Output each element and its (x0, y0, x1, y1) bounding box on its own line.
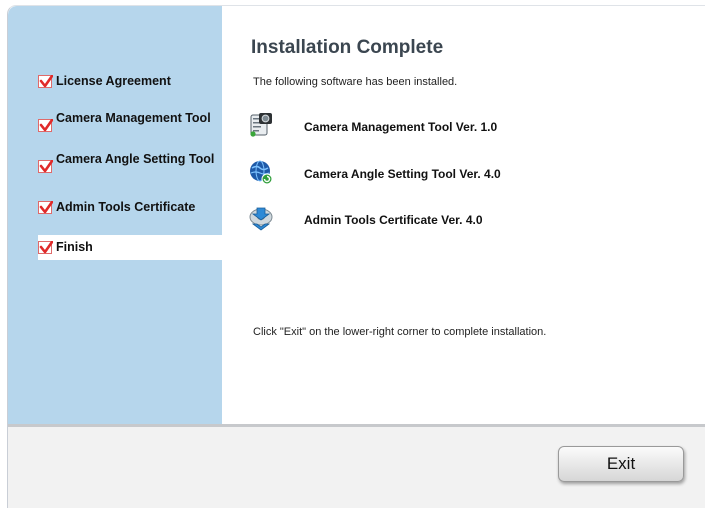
software-label: Admin Tools Certificate Ver. 4.0 (304, 213, 483, 227)
globe-icon (248, 159, 274, 185)
software-label: Camera Angle Setting Tool Ver. 4.0 (304, 167, 501, 181)
step-label: License Agreement (56, 74, 171, 88)
software-item: Admin Tools Certificate Ver. 4.0 (248, 205, 668, 233)
software-label: Camera Management Tool Ver. 1.0 (304, 120, 498, 134)
checkmark-icon (38, 75, 53, 88)
checkmark-icon (38, 201, 53, 214)
installer-window: License Agreement Camera Management Tool… (7, 5, 705, 508)
exit-button[interactable]: Exit (558, 446, 684, 482)
software-item: Camera Management Tool Ver. 1.0 (248, 112, 668, 140)
exit-instructions: Click "Exit" on the lower-right corner t… (253, 326, 547, 338)
step-label: Camera Management Tool (56, 111, 211, 125)
step-label: Admin Tools Certificate (56, 200, 196, 214)
checkmark-icon (38, 160, 53, 173)
step-label: Finish (56, 240, 93, 254)
checkmark-icon (38, 241, 53, 254)
page-title: Installation Complete (251, 37, 444, 58)
step-label: Camera Angle Setting Tool (56, 152, 215, 166)
checkmark-icon (38, 119, 53, 132)
intro-text: The following software has been installe… (253, 76, 458, 88)
install-disc-icon (248, 205, 274, 231)
steps-sidebar: License Agreement Camera Management Tool… (8, 6, 222, 424)
step-finish: Finish (38, 235, 222, 260)
camera-management-icon (248, 112, 274, 138)
software-item: Camera Angle Setting Tool Ver. 4.0 (248, 159, 668, 187)
